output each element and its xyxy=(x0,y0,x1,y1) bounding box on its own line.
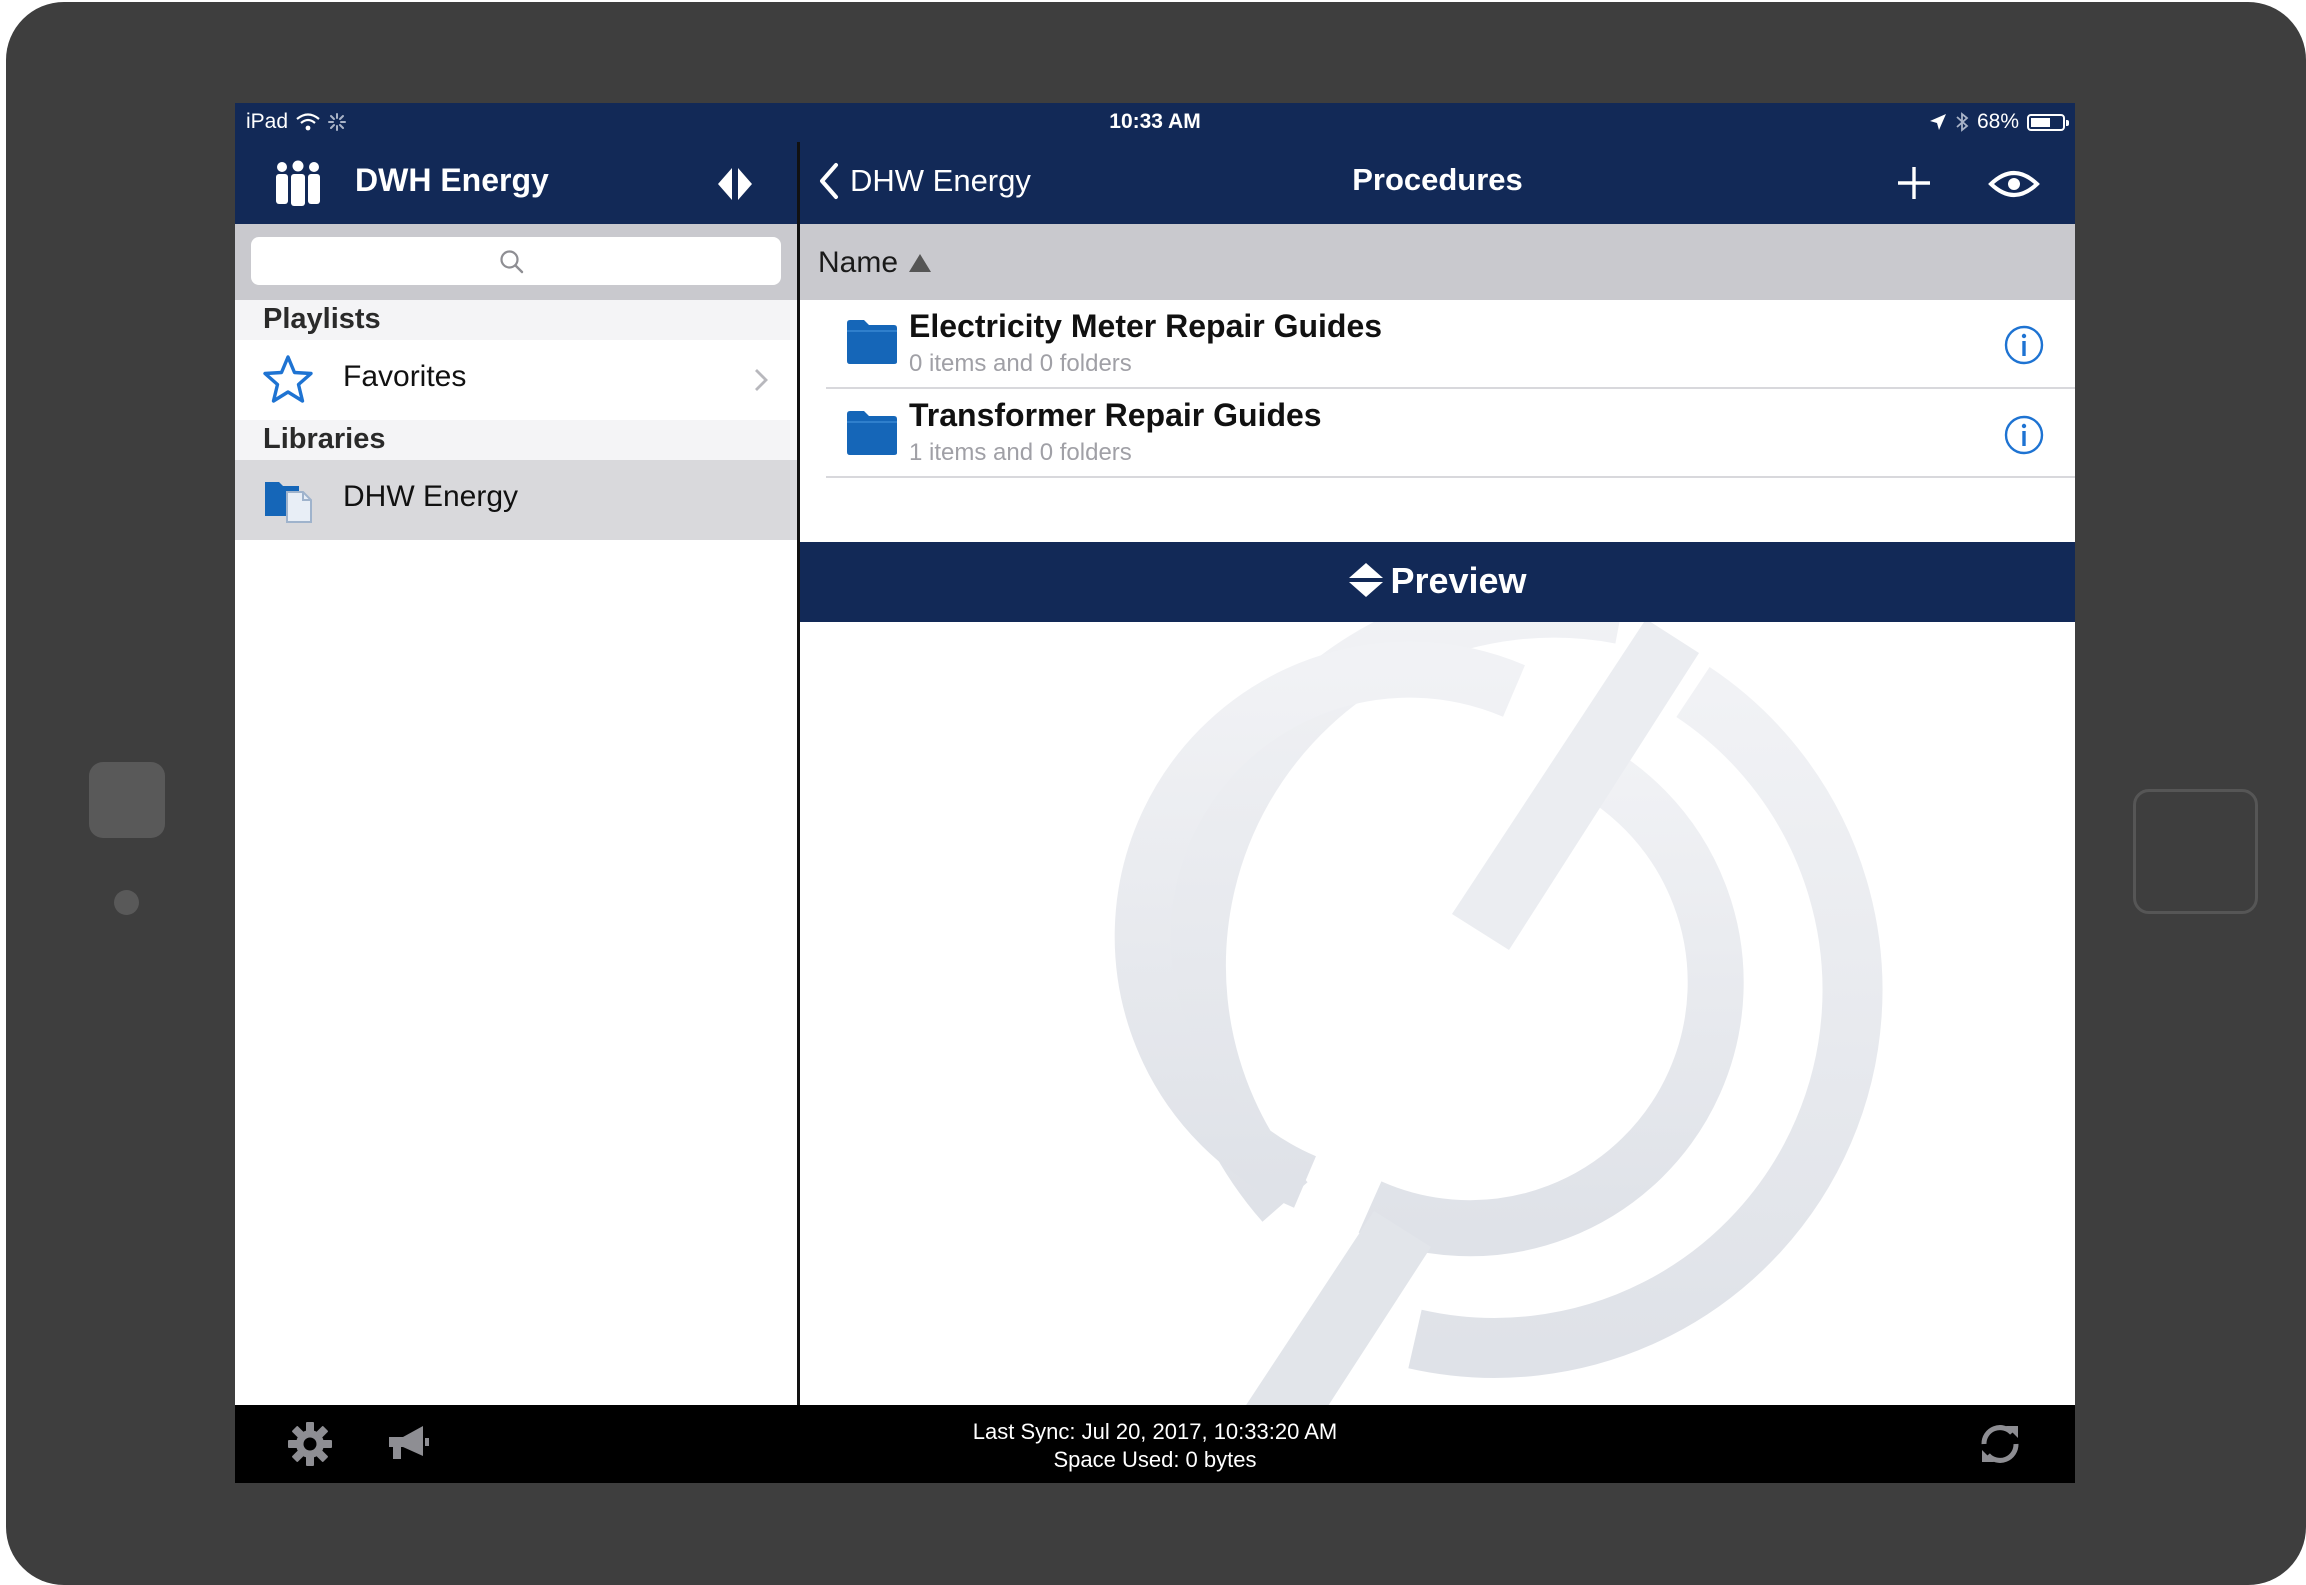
column-name-label: Name xyxy=(818,246,899,279)
preview-watermark xyxy=(800,622,2075,1405)
folder-icon xyxy=(847,320,897,364)
sidebar-item-library[interactable]: DHW Energy xyxy=(235,460,797,540)
preview-label: Preview xyxy=(1390,560,1527,601)
group-icon[interactable] xyxy=(273,160,323,206)
bluetooth-icon xyxy=(1956,112,1969,132)
info-icon[interactable] xyxy=(2003,414,2045,456)
preview-label-wrap: Preview xyxy=(800,560,2075,602)
folder-icon xyxy=(847,411,897,455)
battery-percent: 68% xyxy=(1976,110,2019,133)
star-icon xyxy=(263,355,313,403)
location-icon xyxy=(1929,114,1946,130)
libraries-header-label: Libraries xyxy=(263,423,386,455)
eye-icon[interactable] xyxy=(1988,168,2040,200)
sort-up-icon xyxy=(909,254,932,272)
favorites-label: Favorites xyxy=(343,360,467,393)
main-nav-bar: DHW Energy Procedures xyxy=(800,142,2075,224)
search-input[interactable] xyxy=(251,237,781,285)
row-separator xyxy=(826,476,2075,478)
item-title: Transformer Repair Guides xyxy=(909,397,1322,433)
library-icon xyxy=(265,482,312,523)
sidebar-item-favorites[interactable]: Favorites xyxy=(235,340,797,420)
preview-toggle-icon xyxy=(1349,563,1384,597)
item-subtitle: 0 items and 0 folders xyxy=(909,350,1132,377)
sidebar-title: DWH Energy xyxy=(355,162,549,198)
item-title: Electricity Meter Repair Guides xyxy=(909,308,1383,344)
search-bar xyxy=(235,224,797,300)
playlists-header-label: Playlists xyxy=(263,303,381,335)
page-title: Procedures xyxy=(1352,162,1523,197)
list-item[interactable]: Electricity Meter Repair Guides 0 items … xyxy=(800,300,2075,389)
list-item[interactable]: Transformer Repair Guides 1 items and 0 … xyxy=(800,389,2075,478)
library-label: DHW Energy xyxy=(343,480,519,513)
battery-fill xyxy=(2031,117,2051,127)
status-time: 10:33 AM xyxy=(1109,110,1201,133)
sync-status: Last Sync: Jul 20, 2017, 10:33:20 AM Spa… xyxy=(235,1418,2075,1474)
side-button xyxy=(2133,789,2258,914)
camera-dot xyxy=(114,890,139,915)
sidebar: DWH Energy Playlists Favorites Libraries… xyxy=(235,103,797,1483)
chevron-right-icon xyxy=(755,369,768,391)
sort-name-header[interactable]: Name xyxy=(818,246,932,280)
item-subtitle: 1 items and 0 folders xyxy=(909,439,1132,466)
search-icon xyxy=(500,250,524,274)
battery-icon xyxy=(2027,113,2069,131)
split-view-icon[interactable] xyxy=(717,166,753,202)
info-icon[interactable] xyxy=(2003,324,2045,366)
ipad-screen: DWH Energy Playlists Favorites Libraries… xyxy=(235,103,2075,1483)
home-button xyxy=(89,762,165,838)
main-pane: DHW Energy Procedures Name Electricity M… xyxy=(800,103,2075,1405)
logo-watermark xyxy=(1114,622,1883,1405)
preview-bar[interactable]: Preview xyxy=(800,542,2075,622)
space-used-text: Space Used: 0 bytes xyxy=(1053,1447,1257,1472)
last-sync-text: Last Sync: Jul 20, 2017, 10:33:20 AM xyxy=(972,1419,1338,1444)
sync-icon[interactable] xyxy=(1976,1420,2024,1468)
status-right: 68% xyxy=(1929,110,2069,134)
plus-icon[interactable] xyxy=(1895,164,1933,202)
column-header[interactable]: Name xyxy=(800,224,2075,300)
status-bar: iPad 10:33 AM 68% xyxy=(235,103,2075,142)
sidebar-nav-bar: DWH Energy xyxy=(235,142,797,224)
playlists-header: Playlists xyxy=(235,300,797,340)
bottom-toolbar: Last Sync: Jul 20, 2017, 10:33:20 AM Spa… xyxy=(235,1405,2075,1483)
libraries-header: Libraries xyxy=(235,420,797,460)
